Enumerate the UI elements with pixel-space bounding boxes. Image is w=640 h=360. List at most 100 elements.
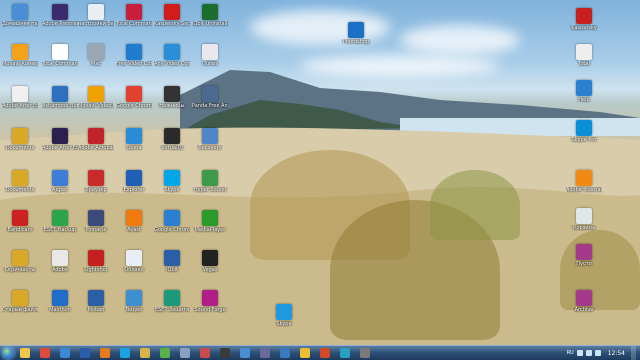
- desktop-icon[interactable]: Adobe Premiere Pro: [42, 4, 78, 27]
- desktop-icon[interactable]: Bandicam: [2, 210, 38, 233]
- desktop-icon[interactable]: Видео: [116, 290, 152, 313]
- desktop-icon[interactable]: Documents: [2, 170, 38, 193]
- desktop-icon[interactable]: Free Video Converter: [116, 44, 152, 67]
- show-desktop-button[interactable]: [631, 346, 636, 360]
- desktop-icon[interactable]: Kaspersky: [566, 8, 602, 31]
- desktop-icon[interactable]: Skype: [266, 304, 302, 327]
- app-icon: [164, 128, 180, 144]
- app-icon: [348, 22, 364, 38]
- desktop-icon[interactable]: iTunes: [192, 44, 228, 67]
- desktop-icon[interactable]: Скриншоты: [2, 250, 38, 273]
- app-icon: [202, 128, 218, 144]
- desktop-icon[interactable]: Google Chrome: [116, 86, 152, 109]
- desktop-icon[interactable]: Skype: [154, 170, 190, 193]
- desktop-icon[interactable]: Корзина: [566, 208, 602, 231]
- taskbar-app-app13[interactable]: [260, 348, 270, 358]
- desktop-icon[interactable]: Movavi Конвертер: [2, 44, 38, 67]
- desktop-icon[interactable]: Total: [566, 44, 602, 67]
- desktop-icon[interactable]: Any Video Converter: [154, 44, 190, 67]
- taskbar-app-app18[interactable]: [360, 348, 370, 358]
- taskbar-app-app11[interactable]: [220, 348, 230, 358]
- desktop-icon[interactable]: IObit Uninstaller: [192, 4, 228, 27]
- desktop-icon-label: Kaspersky: [571, 25, 597, 31]
- taskbar-app-player[interactable]: [100, 348, 110, 358]
- desktop-icon[interactable]: Documents: [2, 128, 38, 151]
- desktop-icon[interactable]: Домашняя папка: [2, 4, 38, 27]
- desktop-icon[interactable]: Mac: [78, 44, 114, 67]
- desktop-icon[interactable]: ESET Защита: [154, 290, 190, 313]
- taskbar-app-app10[interactable]: [200, 348, 210, 358]
- taskbar-app-app8[interactable]: [160, 348, 170, 358]
- desktop-icon[interactable]: Старые файлы: [2, 290, 38, 313]
- taskbar-app-app17[interactable]: [340, 348, 350, 358]
- desktop-icon[interactable]: Адрес: [42, 170, 78, 193]
- desktop-icon[interactable]: Ножницы: [154, 86, 190, 109]
- desktop-icon[interactable]: Google Chrome: [154, 210, 190, 233]
- app-icon: [12, 86, 28, 102]
- taskbar-app-media[interactable]: [60, 348, 70, 358]
- desktop-icon[interactable]: Adobe After Effects: [2, 86, 38, 109]
- taskbar-app-explorer[interactable]: [20, 348, 30, 358]
- app-icon: [12, 44, 28, 60]
- desktop-icon[interactable]: Photoshop: [338, 22, 374, 45]
- taskbar-app-app12[interactable]: [240, 348, 250, 358]
- taskbar-app-folder[interactable]: [140, 348, 150, 358]
- taskbar-app-word[interactable]: [80, 348, 90, 358]
- clock[interactable]: 12:54: [608, 350, 625, 357]
- desktop[interactable]: Домашняя папка Adobe Premiere Proнастройк…: [0, 0, 640, 346]
- desktop-icon[interactable]: Movavi Video Editor: [78, 86, 114, 109]
- desktop-icon[interactable]: Lightshot: [78, 250, 114, 273]
- network-icon[interactable]: [576, 350, 583, 356]
- desktop-icon[interactable]: Opera: [116, 128, 152, 151]
- desktop-icon[interactable]: Archive: [566, 290, 602, 313]
- desktop-icon-label: Total Commander: [42, 61, 78, 67]
- desktop-icon[interactable]: ESET Backup: [42, 210, 78, 233]
- app-icon: [126, 290, 142, 306]
- desktop-icon[interactable]: VirtualDJ: [154, 128, 190, 151]
- start-button[interactable]: [2, 347, 14, 359]
- app-icon: [576, 8, 592, 24]
- desktop-icon-label: Скриншоты: [4, 267, 36, 273]
- flag-icon[interactable]: [594, 350, 601, 356]
- taskbar-app-app9[interactable]: [180, 348, 190, 358]
- desktop-icon[interactable]: IObit: [154, 250, 190, 273]
- desktop-icon-label: ESET Защита: [154, 307, 190, 313]
- desktop-icon[interactable]: Maxthon: [42, 290, 78, 313]
- desktop-icon[interactable]: Pinnacle: [78, 210, 114, 233]
- desktop-icon[interactable]: Total Commander: [42, 44, 78, 67]
- desktop-icon[interactable]: Explorer: [116, 170, 152, 193]
- taskbar-app-app14[interactable]: [280, 348, 290, 358]
- taskbar-app-chrome[interactable]: [40, 348, 50, 358]
- desktop-icon[interactable]: Ashampoo Burning Studio: [42, 86, 78, 109]
- desktop-icon[interactable]: Sound Forge: [192, 290, 228, 313]
- desktop-icon[interactable]: Adobe Acrobat: [78, 128, 114, 151]
- desktop-icon[interactable]: Avast: [116, 210, 152, 233]
- desktop-icon[interactable]: Adobe After Effects: [42, 128, 78, 151]
- desktop-icon[interactable]: Skype Pro: [566, 120, 602, 143]
- desktop-icon[interactable]: Hyper Sound: [192, 170, 228, 193]
- desktop-icon[interactable]: Moban: [78, 290, 114, 313]
- desktop-icon[interactable]: Kaspersky Security Scan: [154, 4, 190, 27]
- desktop-icon[interactable]: Adobe Illustrator: [566, 170, 602, 193]
- desktop-icon[interactable]: Recovery: [192, 128, 228, 151]
- taskbar-app-app15[interactable]: [300, 348, 310, 358]
- taskbar-app-app16[interactable]: [320, 348, 330, 358]
- volume-icon[interactable]: [585, 350, 592, 356]
- desktop-icon[interactable]: MediaPlayer: [192, 210, 228, 233]
- app-icon: [12, 290, 28, 306]
- desktop-icon[interactable]: Help: [566, 80, 602, 103]
- desktop-icon[interactable]: Браузер: [78, 170, 114, 193]
- desktop-icon-label: Movavi Video Editor: [78, 103, 114, 109]
- desktop-icon[interactable]: Пусто: [566, 244, 602, 267]
- desktop-icon[interactable]: настройки бесплатно: [78, 4, 114, 27]
- desktop-icon-label: Free Video Converter: [116, 61, 152, 67]
- desktop-icon[interactable]: Облако: [116, 250, 152, 273]
- desktop-icon[interactable]: Total Commander: [116, 4, 152, 27]
- desktop-icon-label: Documents: [5, 187, 35, 193]
- desktop-icon[interactable]: Panda Free Antivirus: [192, 86, 228, 109]
- desktop-icon-label: Skype Pro: [571, 137, 597, 143]
- desktop-icon[interactable]: Vegas: [192, 250, 228, 273]
- desktop-icon[interactable]: Adobe: [42, 250, 78, 273]
- taskbar-app-skype[interactable]: [120, 348, 130, 358]
- language-indicator[interactable]: RU: [567, 350, 574, 356]
